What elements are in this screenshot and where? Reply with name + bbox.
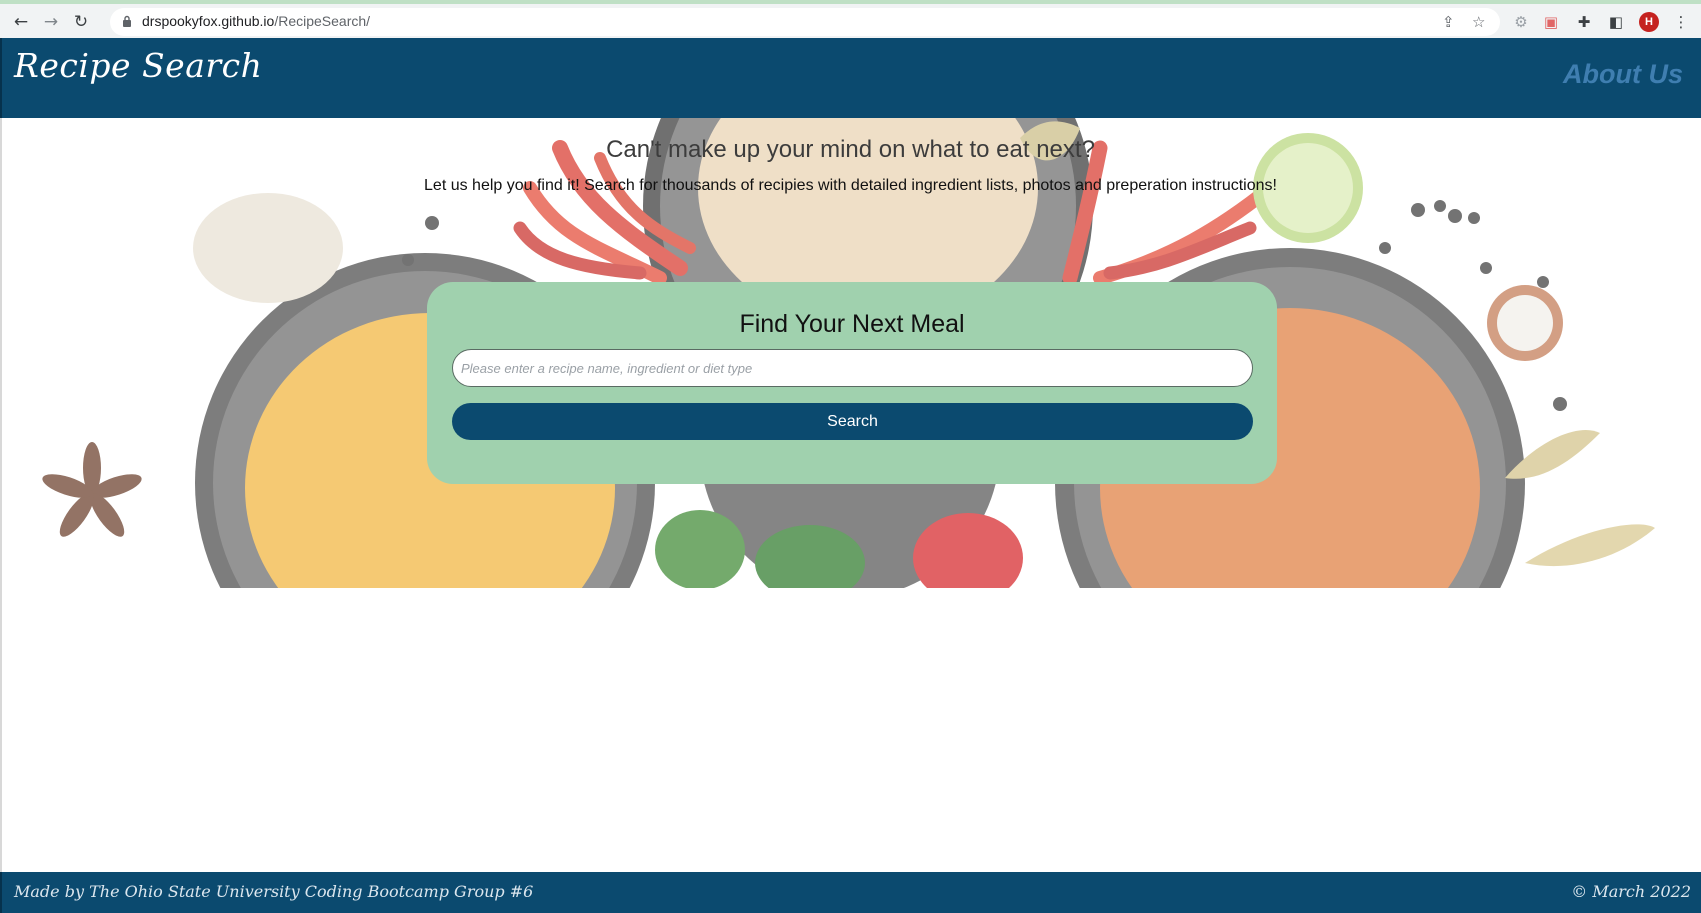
search-input[interactable] xyxy=(452,349,1253,387)
address-bar[interactable]: drspookyfox.github.io/RecipeSearch/ ⇪ ☆ xyxy=(110,8,1500,36)
url-path: /RecipeSearch/ xyxy=(274,13,371,29)
bookmark-star-icon[interactable]: ☆ xyxy=(1472,13,1485,31)
hero-section: Can't make up your mind on what to eat n… xyxy=(0,118,1701,588)
side-panel-icon[interactable]: ◧ xyxy=(1606,12,1626,32)
url-text: drspookyfox.github.io/RecipeSearch/ xyxy=(142,13,370,29)
site-footer: Made by The Ohio State University Coding… xyxy=(0,872,1701,913)
extension-icon[interactable]: ⚙ xyxy=(1511,12,1531,32)
forward-icon[interactable]: → xyxy=(40,11,62,33)
footer-copyright: © March 2022 xyxy=(1571,882,1691,901)
browser-toolbar: ← → ↻ drspookyfox.github.io/RecipeSearch… xyxy=(0,0,1701,38)
search-button[interactable]: Search xyxy=(452,403,1253,440)
extension-record-icon[interactable]: ▣ xyxy=(1541,12,1561,32)
search-heading: Find Your Next Meal xyxy=(739,310,965,338)
hero-subtitle: Let us help you find it! Search for thou… xyxy=(424,177,1277,194)
lock-icon xyxy=(123,15,131,27)
back-icon[interactable]: ← xyxy=(10,11,32,33)
site-header: Recipe Search About Us xyxy=(0,38,1701,118)
url-host: drspookyfox.github.io xyxy=(142,13,275,29)
about-us-link[interactable]: About Us xyxy=(1563,59,1683,90)
puzzle-icon[interactable]: ✚ xyxy=(1574,12,1594,32)
profile-avatar[interactable]: H xyxy=(1639,12,1659,32)
hero-heading: Can't make up your mind on what to eat n… xyxy=(606,136,1095,163)
menu-kebab-icon[interactable]: ⋮ xyxy=(1671,12,1691,32)
share-icon[interactable]: ⇪ xyxy=(1442,13,1455,31)
brand-logo[interactable]: Recipe Search xyxy=(14,46,262,85)
search-card: Find Your Next Meal Search xyxy=(427,282,1277,484)
reload-icon[interactable]: ↻ xyxy=(70,11,92,33)
footer-credits: Made by The Ohio State University Coding… xyxy=(14,882,534,901)
viewport-edge xyxy=(0,118,2,872)
